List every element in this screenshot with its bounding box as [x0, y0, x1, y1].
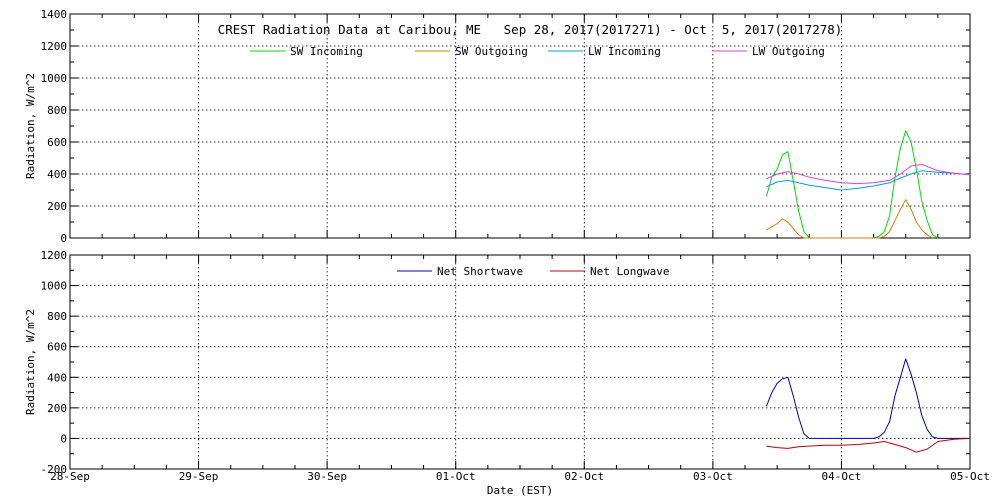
x-tick-label: 02-Oct	[564, 470, 604, 483]
y-tick-label: 1400	[41, 8, 68, 21]
x-tick-label: 03-Oct	[693, 470, 733, 483]
legend-label-net-shortwave: Net Shortwave	[437, 265, 523, 278]
y-tick-label: 1000	[41, 280, 68, 293]
y-tick-label: 0	[60, 232, 67, 245]
y-tick-label: 200	[47, 200, 67, 213]
x-tick-label: 05-Oct	[950, 470, 990, 483]
legend-label-sw-outgoing: SW Outgoing	[455, 45, 528, 58]
bottom-y-axis-label: Radiation, W/m^2	[24, 309, 37, 415]
y-tick-label: 1200	[41, 249, 68, 262]
x-tick-label: 28-Sep	[50, 470, 90, 483]
y-tick-label: 800	[47, 104, 67, 117]
radiation-chart: 0 200 400 600 800 1000 1200 1400 CREST Radiatio…	[0, 0, 1000, 500]
x-tick-label: 01-Oct	[436, 470, 476, 483]
x-tick-label: 30-Sep	[307, 470, 347, 483]
y-tick-label: 400	[47, 371, 67, 384]
legend-label-lw-incoming: LW Incoming	[588, 45, 661, 58]
y-tick-label: 1000	[41, 72, 68, 85]
legend-label-net-longwave: Net Longwave	[590, 265, 669, 278]
x-axis-label: Date (EST)	[487, 484, 553, 497]
y-tick-label: 0	[60, 432, 67, 445]
y-tick-label: 400	[47, 168, 67, 181]
y-tick-label: 800	[47, 310, 67, 323]
y-tick-label: 600	[47, 341, 67, 354]
x-tick-label: 29-Sep	[179, 470, 219, 483]
x-tick-label: 04-Oct	[822, 470, 862, 483]
legend-label-sw-incoming: SW Incoming	[290, 45, 363, 58]
top-y-axis-label: Radiation, W/m^2	[24, 73, 37, 179]
chart-title: CREST Radiation Data at Caribou, ME Sep …	[218, 22, 843, 37]
legend-label-lw-outgoing: LW Outgoing	[752, 45, 825, 58]
y-tick-label: 200	[47, 402, 67, 415]
y-tick-label: 600	[47, 136, 67, 149]
y-tick-label: 1200	[41, 40, 68, 53]
